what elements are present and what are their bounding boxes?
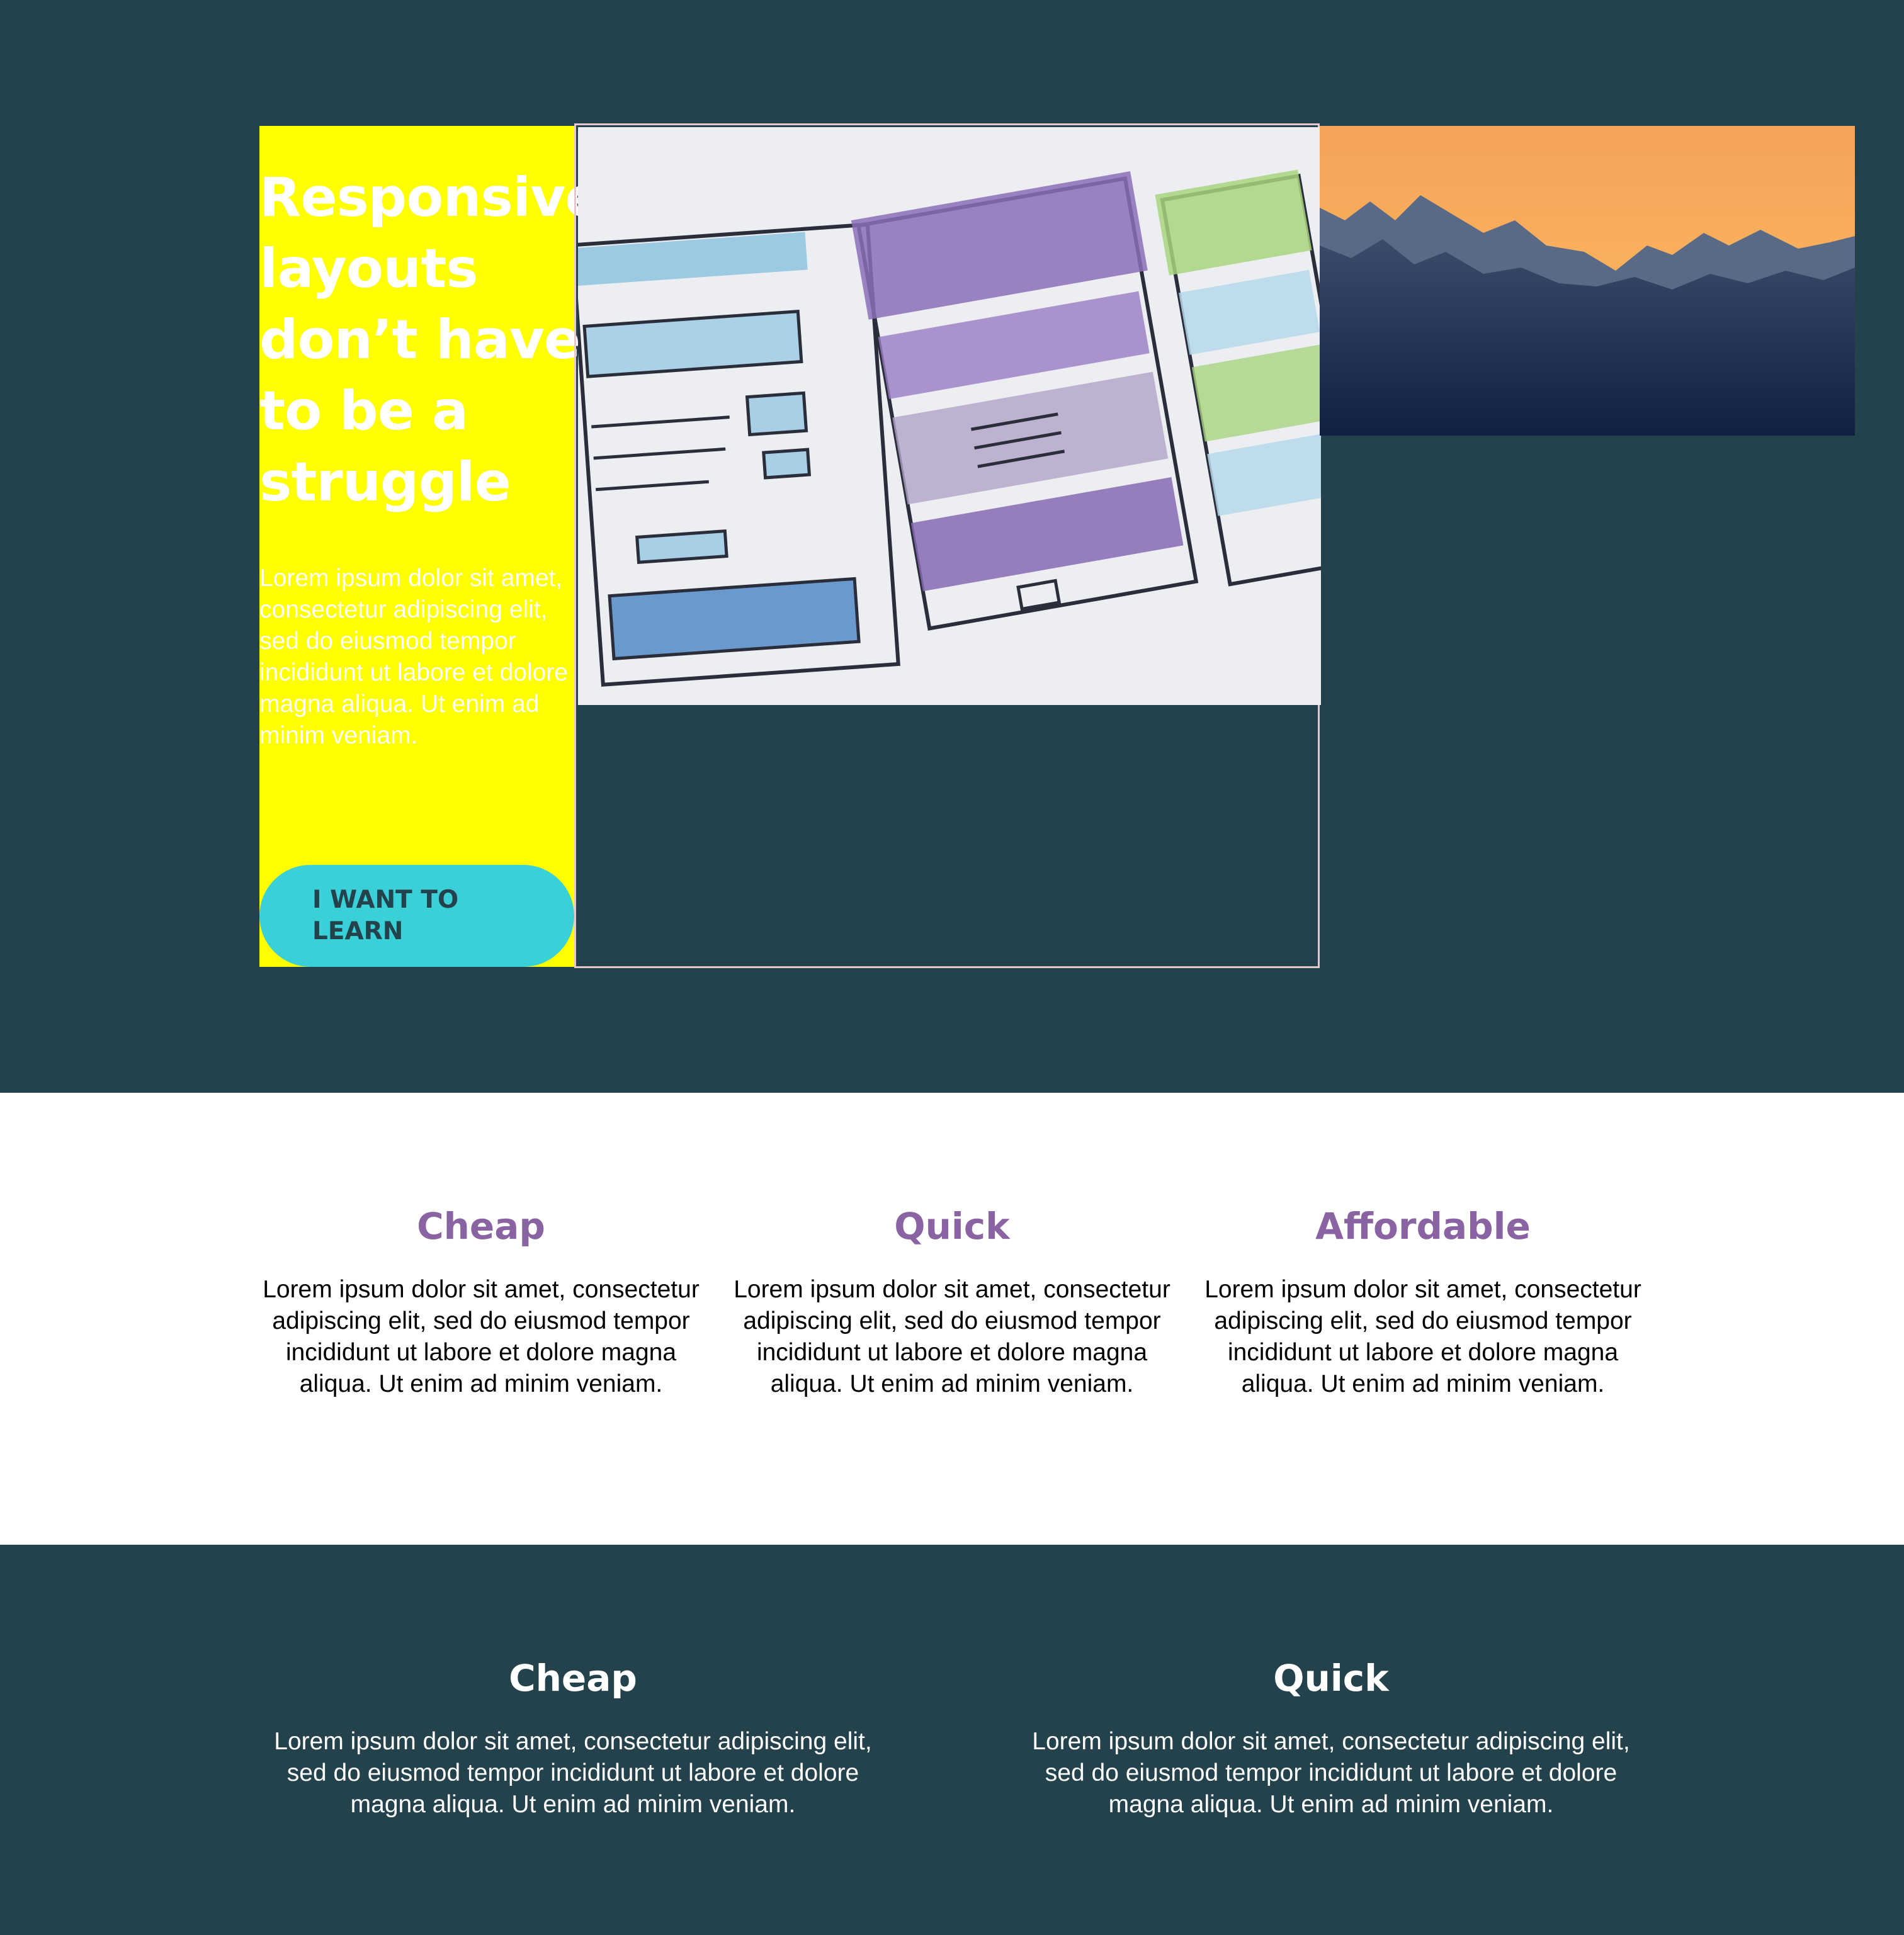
feature-text: Lorem ipsum dolor sit amet, consectetur … <box>263 1276 700 1397</box>
feature-card: Cheap Lorem ipsum dolor sit amet, consec… <box>261 1202 701 1400</box>
hero-lead: Lorem ipsum dolor sit amet, consectetur … <box>259 565 568 749</box>
features-dark-section: Cheap Lorem ipsum dolor sit amet, consec… <box>0 1545 1904 1935</box>
feature-title: Quick <box>894 1205 1010 1248</box>
feature-text: Lorem ipsum dolor sit amet, consectetur … <box>734 1276 1170 1397</box>
feature-title: Cheap <box>417 1205 545 1248</box>
feature-title: Cheap <box>509 1657 637 1700</box>
mountain-sunset-image <box>1320 126 1855 436</box>
feature-text: Lorem ipsum dolor sit amet, consectetur … <box>1204 1276 1641 1397</box>
feature-card: Affordable Lorem ipsum dolor sit amet, c… <box>1203 1202 1643 1400</box>
feature-card: Quick Lorem ipsum dolor sit amet, consec… <box>1023 1654 1640 1820</box>
wireframe-sketch-image <box>578 127 1321 705</box>
feature-card: Quick Lorem ipsum dolor sit amet, consec… <box>732 1202 1172 1400</box>
learn-button[interactable]: I WANT TO LEARN <box>259 865 574 967</box>
feature-text: Lorem ipsum dolor sit amet, consectetur … <box>1032 1728 1630 1818</box>
features-section: Cheap Lorem ipsum dolor sit amet, consec… <box>0 1093 1904 1545</box>
feature-title: Quick <box>1273 1657 1389 1700</box>
hero-section: Responsive layouts don’t have to be a st… <box>0 0 1904 1093</box>
hero-media-frame <box>574 123 1321 968</box>
learn-button-label: I WANT TO LEARN <box>312 886 459 945</box>
hero-title: Responsive layouts don’t have to be a st… <box>259 166 602 514</box>
feature-title: Affordable <box>1315 1205 1531 1248</box>
feature-card: Cheap Lorem ipsum dolor sit amet, consec… <box>264 1654 881 1820</box>
feature-text: Lorem ipsum dolor sit amet, consectetur … <box>274 1728 872 1818</box>
hero-text-panel: Responsive layouts don’t have to be a st… <box>259 126 602 967</box>
